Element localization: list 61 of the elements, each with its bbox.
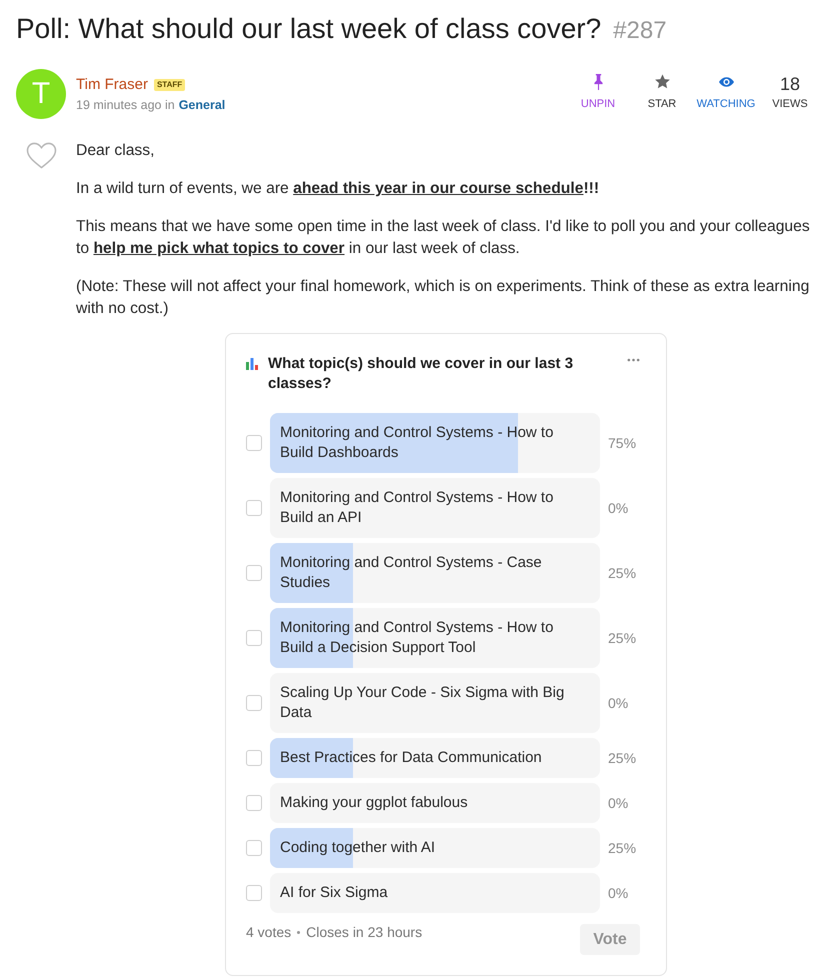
- pin-icon: [594, 74, 602, 90]
- author-name[interactable]: Tim Fraser: [76, 75, 148, 95]
- option-percent: 25%: [608, 565, 636, 581]
- checkbox[interactable]: [246, 795, 262, 811]
- vote-count: 4 votes: [246, 923, 292, 942]
- option-label: Scaling Up Your Code - Six Sigma with Big Data: [280, 683, 566, 723]
- post-time: 19 minutes ago in: [76, 97, 175, 114]
- option-percent: 75%: [608, 435, 636, 451]
- option-label: Best Practices for Data Communication: [280, 748, 543, 768]
- option-percent: 25%: [608, 750, 636, 766]
- checkbox[interactable]: [246, 565, 262, 581]
- category-link[interactable]: General: [178, 96, 226, 114]
- checkbox[interactable]: [246, 435, 262, 451]
- checkbox[interactable]: [246, 750, 262, 766]
- checkbox[interactable]: [246, 840, 262, 856]
- views-label: VIEWS: [772, 97, 808, 111]
- checkbox[interactable]: [246, 695, 262, 711]
- option-bar[interactable]: Monitoring and Control Systems - Case Studies: [270, 543, 600, 603]
- option-bar[interactable]: AI for Six Sigma: [270, 873, 600, 913]
- body-paragraph: In a wild turn of events, we are ahead this year in our course schedule!!!: [76, 179, 600, 199]
- option-percent: 0%: [608, 885, 628, 901]
- option-label: Monitoring and Control Systems - How to Build Dashboards: [280, 423, 554, 463]
- bar-chart-icon: [246, 358, 258, 370]
- post-number: #287: [613, 17, 667, 44]
- option-label: Coding together with AI: [280, 838, 436, 858]
- option-bar[interactable]: Monitoring and Control Systems - How to Build Dashboards: [270, 413, 600, 473]
- pin-button[interactable]: UNPIN: [566, 74, 630, 111]
- option-label: Monitoring and Control Systems - How to Build an API: [280, 488, 554, 528]
- option-label: Making your ggplot fabulous: [280, 793, 469, 813]
- option-percent: 0%: [608, 795, 628, 811]
- checkbox[interactable]: [246, 885, 262, 901]
- view-count: 18: [780, 74, 800, 94]
- option-bar[interactable]: Best Practices for Data Communication: [270, 738, 600, 778]
- option-percent: 0%: [608, 500, 628, 516]
- body-paragraph: (Note: These will not affect your final homework, which is on experiments. Think of these as extra learning with no cost.): [76, 277, 810, 319]
- heart-icon[interactable]: [26, 142, 57, 169]
- option-bar[interactable]: Coding together with AI: [270, 828, 600, 868]
- poll-deadline: Closes in 23 hours: [306, 923, 422, 942]
- eye-icon: [718, 77, 734, 87]
- more-icon[interactable]: [627, 358, 640, 362]
- poll-question: What topic(s) should we cover in our last 3 classes?: [268, 354, 574, 394]
- option-label: Monitoring and Control Systems - Case Studies: [280, 553, 543, 593]
- star-button[interactable]: STAR: [630, 74, 694, 111]
- checkbox[interactable]: [246, 500, 262, 516]
- body-paragraph: This means that we have some open time in the last week of class. I'd like to poll you and your colleagues to help me pick what topics to cover in our last week of class.: [76, 217, 811, 259]
- option-bar[interactable]: Monitoring and Control Systems - How to Build a Decision Support Tool: [270, 608, 600, 668]
- option-percent: 25%: [608, 630, 636, 646]
- checkbox[interactable]: [246, 630, 262, 646]
- staff-badge: STAFF: [154, 79, 186, 91]
- option-label: Monitoring and Control Systems - How to Build a Decision Support Tool: [280, 618, 554, 658]
- option-bar[interactable]: Scaling Up Your Code - Six Sigma with Big Data: [270, 673, 600, 733]
- option-percent: 0%: [608, 695, 628, 711]
- option-percent: 25%: [608, 840, 636, 856]
- option-label: AI for Six Sigma: [280, 883, 389, 903]
- post-title: Poll: What should our last week of class cover?: [16, 13, 602, 44]
- watch-button[interactable]: WATCHING: [694, 74, 758, 111]
- star-icon: [654, 74, 670, 89]
- option-bar[interactable]: Making your ggplot fabulous: [270, 783, 600, 823]
- separator-dot-icon: [297, 930, 300, 934]
- option-bar[interactable]: Monitoring and Control Systems - How to Build an API: [270, 478, 600, 538]
- body-paragraph: Dear class,: [76, 141, 156, 161]
